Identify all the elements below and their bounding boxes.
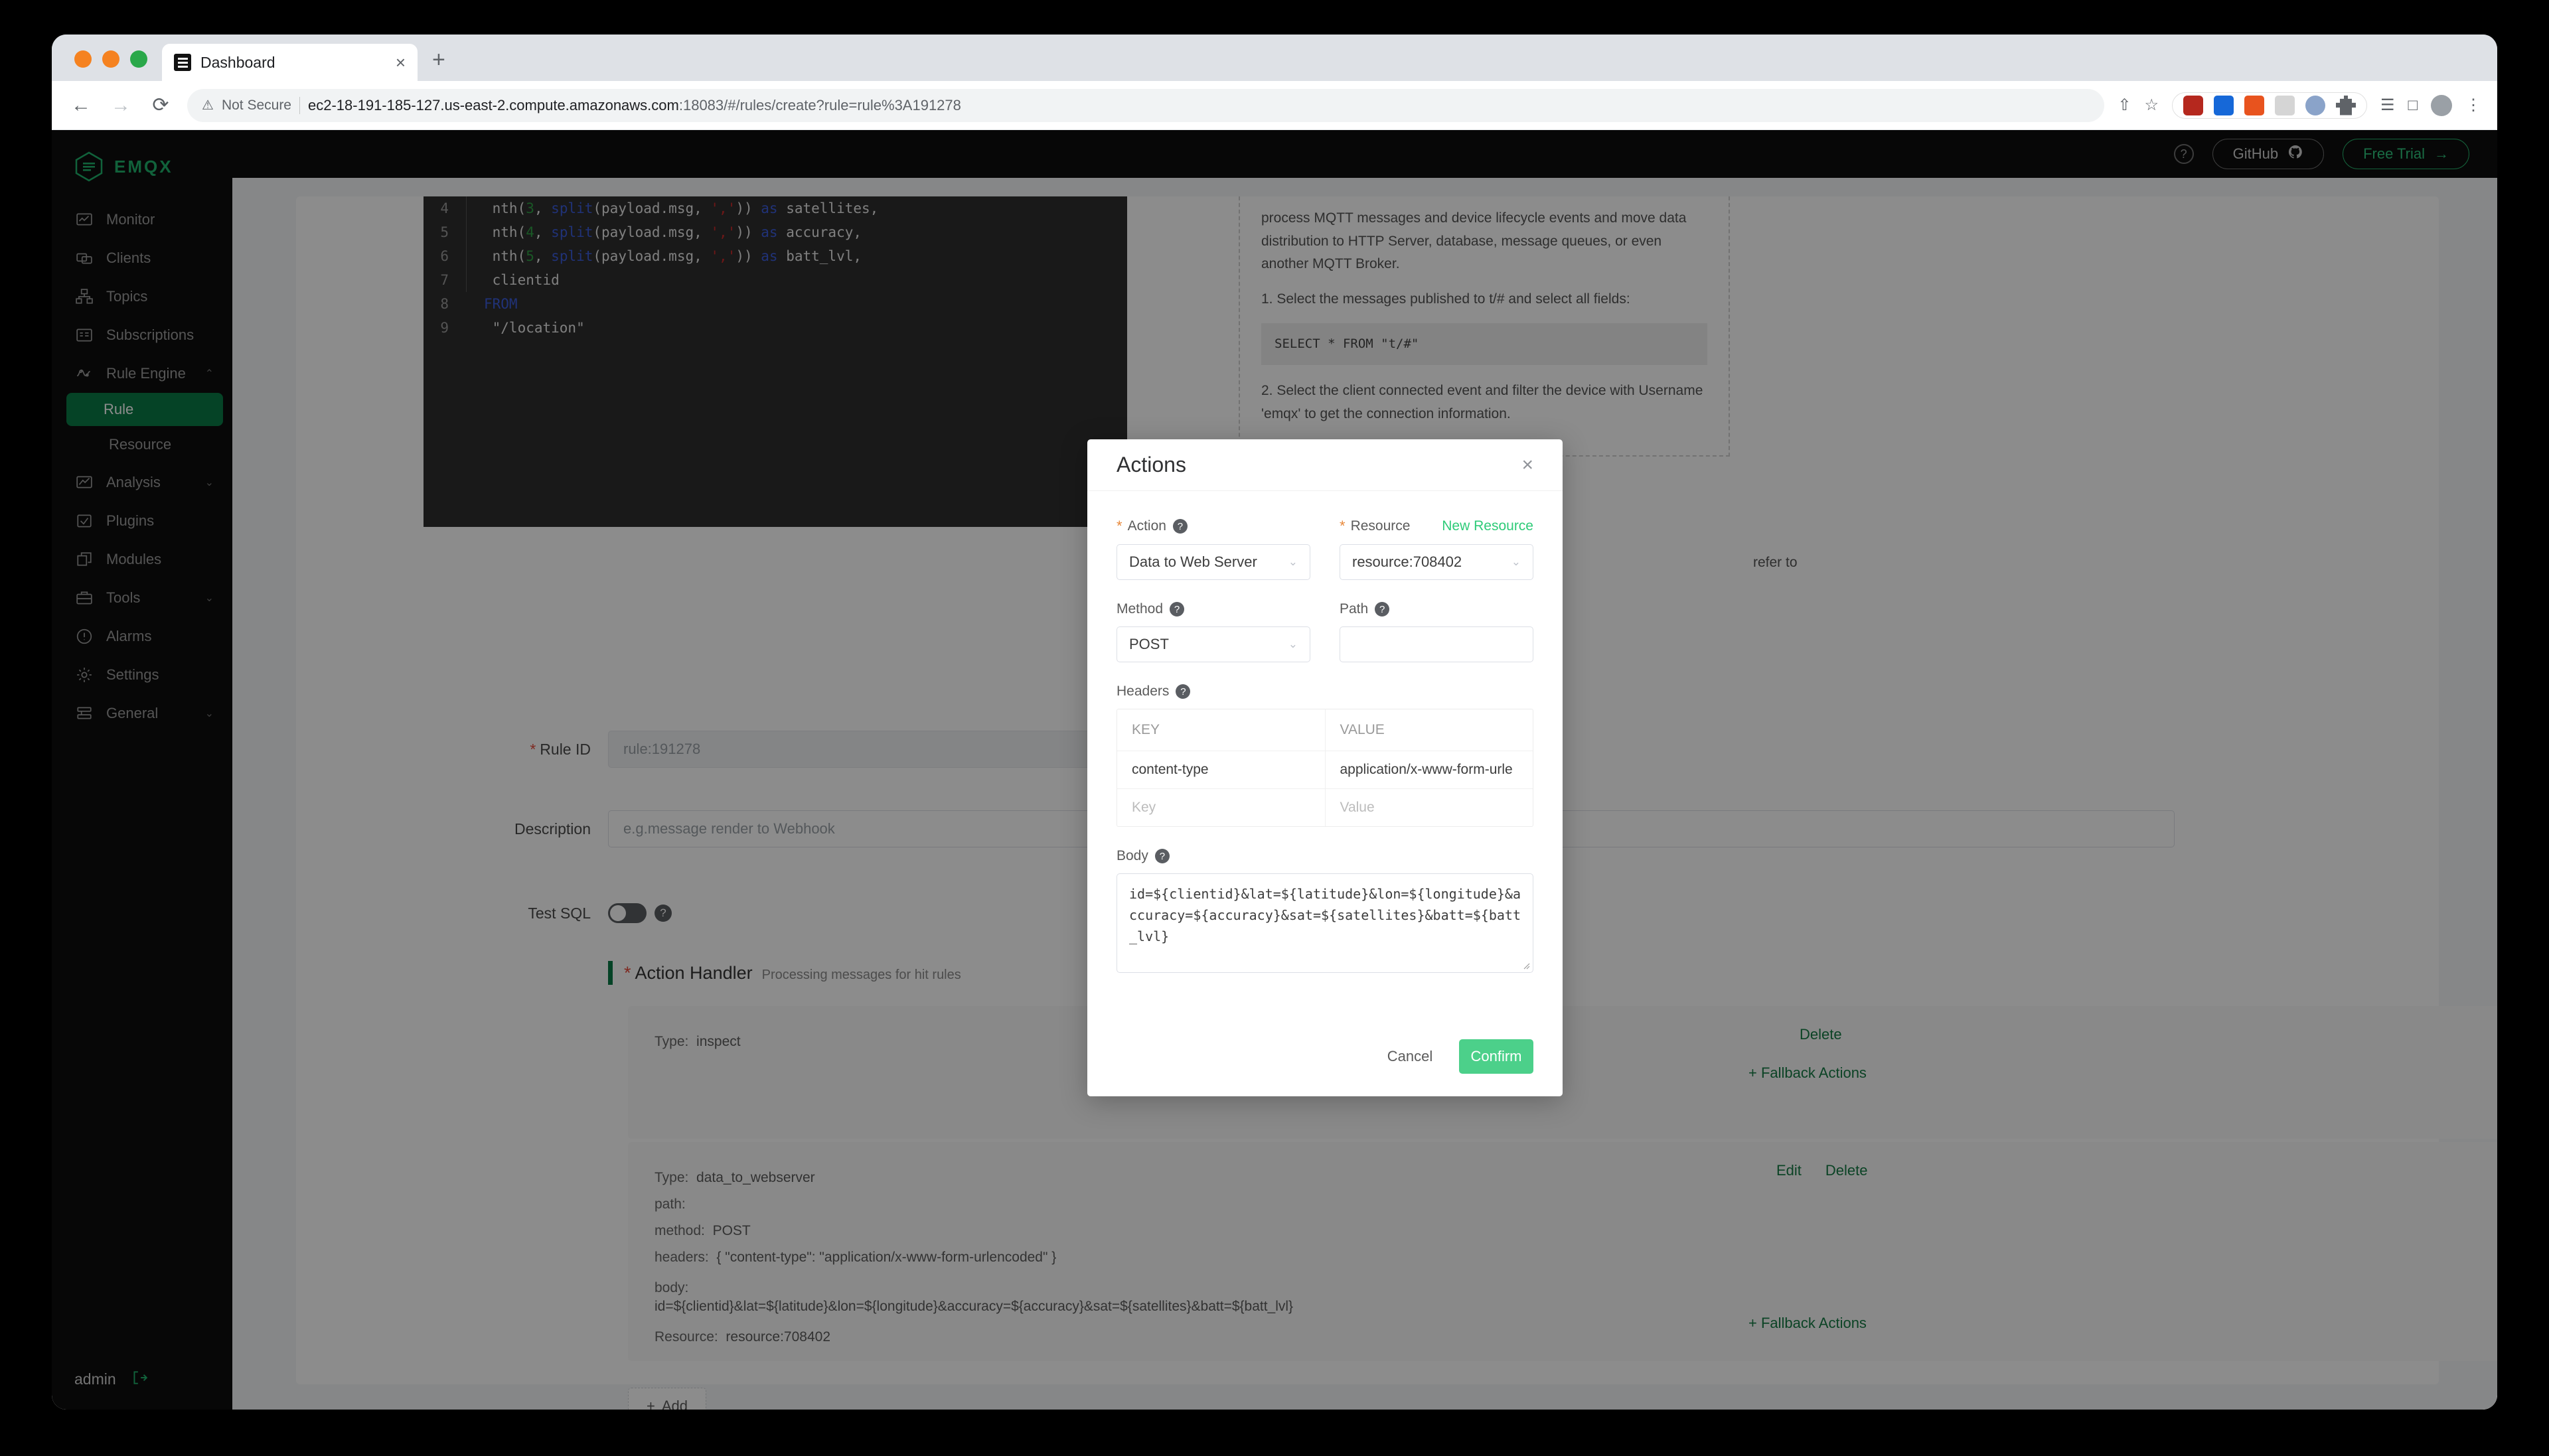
reload-icon[interactable]: ⟳ [147, 94, 174, 117]
body-textarea-value: id=${clientid}&lat=${latitude}&lon=${lon… [1129, 886, 1521, 944]
omnibox-divider [299, 96, 300, 114]
browser-window: Dashboard × + ← → ⟳ ⚠ Not Secure ec2-18-… [52, 35, 2497, 1410]
hypothesis-icon[interactable] [2274, 95, 2295, 115]
brain-extension-icon[interactable] [2244, 95, 2264, 115]
help-tooltip-icon[interactable]: ? [1176, 684, 1191, 699]
url-path: :18083/#/rules/create?rule=rule%3A191278 [678, 96, 961, 113]
path-input[interactable] [1340, 626, 1533, 662]
modal-row-action-resource: * Action? Data to Web Server ⌄ * Resource … [1117, 518, 1533, 601]
help-tooltip-icon[interactable]: ? [1375, 602, 1390, 617]
modal-path-label-row: Path? [1340, 601, 1533, 617]
header-key-cell[interactable]: content-type [1117, 751, 1325, 788]
header-value-input[interactable]: Value [1324, 789, 1533, 826]
close-tab-icon[interactable]: × [396, 54, 406, 71]
help-tooltip-icon[interactable]: ? [1154, 849, 1170, 863]
address-bar[interactable]: ⚠ Not Secure ec2-18-191-185-127.us-east-… [187, 88, 2105, 122]
modal-action-label: * Action? [1117, 518, 1188, 535]
security-label: Not Secure [221, 97, 291, 113]
url-text: ec2-18-191-185-127.us-east-2.compute.ama… [308, 97, 961, 114]
modal-field-body: Body? id=${clientid}&lat=${latitude}&lon… [1117, 848, 1533, 973]
close-icon[interactable]: × [1521, 455, 1533, 475]
modal-field-resource: * Resource New Resource resource:708402 ⌄ [1340, 518, 1533, 580]
modal-row-method-path: Method? POST ⌄ Path? [1117, 601, 1533, 684]
modal-title: Actions [1117, 453, 1186, 476]
modal-field-path: Path? [1340, 601, 1533, 662]
modal-field-headers: Headers? KEY VALUE content-type applicat… [1117, 684, 1533, 827]
headers-table-header-row: KEY VALUE [1117, 709, 1533, 751]
modal-cancel-button[interactable]: Cancel [1378, 1039, 1442, 1074]
modal-resource-label: * Resource [1340, 518, 1411, 534]
reading-list-icon[interactable]: ☰ [2380, 96, 2395, 115]
modal-field-action: * Action? Data to Web Server ⌄ [1117, 518, 1310, 580]
side-panel-icon[interactable]: □ [2408, 96, 2418, 115]
extensions-group [2171, 92, 2367, 119]
method-select[interactable]: POST ⌄ [1117, 626, 1310, 662]
browser-menu-icon[interactable]: ⋮ [2465, 96, 2481, 115]
chevron-down-icon: ⌄ [1288, 555, 1298, 568]
chevron-down-icon: ⌄ [1288, 638, 1298, 650]
maximize-window-button[interactable] [130, 50, 147, 68]
url-host: ec2-18-191-185-127.us-east-2.compute.ama… [308, 96, 679, 113]
resize-handle-icon[interactable] [1521, 960, 1530, 970]
header-value-cell[interactable]: application/x-www-form-urle [1324, 751, 1533, 788]
bookmark-star-icon[interactable]: ☆ [2144, 96, 2159, 115]
https-everywhere-icon[interactable] [2213, 95, 2234, 115]
help-tooltip-icon[interactable]: ? [1170, 602, 1185, 617]
modal-path-label: Path? [1340, 601, 1390, 617]
not-secure-warning-icon: ⚠ [202, 98, 214, 113]
share-icon[interactable]: ⇧ [2118, 96, 2131, 115]
headers-table: KEY VALUE content-type application/x-www… [1117, 709, 1533, 827]
headers-col-value: VALUE [1324, 709, 1533, 751]
headers-col-key: KEY [1132, 722, 1160, 737]
required-asterisk: * [1117, 518, 1122, 534]
resource-select-value: resource:708402 [1352, 553, 1462, 570]
modal-action-label-row: * Action? [1117, 518, 1310, 535]
modal-header: Actions × [1087, 439, 1563, 491]
modal-footer: Cancel Confirm [1378, 1039, 1533, 1074]
browser-tab[interactable]: Dashboard × [162, 44, 418, 81]
action-select[interactable]: Data to Web Server ⌄ [1117, 544, 1310, 580]
cookie-extension-icon[interactable] [2305, 95, 2325, 115]
modal-headers-label-row: Headers? [1117, 684, 1533, 699]
ublock-origin-icon[interactable] [2183, 95, 2203, 115]
resource-select[interactable]: resource:708402 ⌄ [1340, 544, 1533, 580]
emqx-favicon-icon [174, 54, 191, 71]
tab-strip: Dashboard × + [52, 35, 2497, 81]
modal-body-label-row: Body? [1117, 848, 1533, 864]
window-controls[interactable] [74, 50, 147, 81]
close-window-button[interactable] [74, 50, 92, 68]
screen: Dashboard × + ← → ⟳ ⚠ Not Secure ec2-18-… [0, 0, 2549, 1456]
back-icon[interactable]: ← [68, 94, 94, 117]
profile-avatar[interactable] [2431, 94, 2452, 116]
modal-resource-label-row: * Resource New Resource [1340, 518, 1533, 535]
modal-body-label: Body? [1117, 848, 1170, 864]
body-textarea[interactable]: id=${clientid}&lat=${latitude}&lon=${lon… [1117, 873, 1533, 973]
headers-table-new-row[interactable]: Key Value [1117, 788, 1533, 826]
forward-icon[interactable]: → [108, 94, 134, 117]
chevron-down-icon: ⌄ [1511, 555, 1521, 568]
new-tab-icon[interactable]: + [432, 47, 445, 81]
new-resource-link[interactable]: New Resource [1442, 518, 1533, 534]
method-select-value: POST [1129, 636, 1169, 652]
required-asterisk: * [1340, 518, 1346, 534]
modal-headers-label: Headers? [1117, 684, 1191, 699]
browser-toolbar: ← → ⟳ ⚠ Not Secure ec2-18-191-185-127.us… [52, 81, 2497, 130]
help-tooltip-icon[interactable]: ? [1172, 519, 1188, 534]
actions-modal: Actions × *Action? Data to Web Server ⌄ [1087, 439, 1563, 1096]
action-select-value: Data to Web Server [1129, 553, 1257, 570]
minimize-window-button[interactable] [102, 50, 119, 68]
tab-title: Dashboard [200, 53, 275, 71]
extensions-puzzle-icon[interactable] [2335, 95, 2356, 115]
modal-body: * Action? Data to Web Server ⌄ * Resource … [1087, 491, 1563, 973]
header-key-input[interactable]: Key [1117, 789, 1325, 826]
modal-method-label-row: Method? [1117, 601, 1310, 617]
modal-method-label: Method? [1117, 601, 1185, 617]
modal-confirm-button[interactable]: Confirm [1459, 1039, 1533, 1074]
headers-table-row[interactable]: content-type application/x-www-form-urle [1117, 751, 1533, 788]
modal-field-method: Method? POST ⌄ [1117, 601, 1310, 662]
emqx-dashboard: EMQX Monitor Clients Topics Subscription… [52, 130, 2497, 1410]
